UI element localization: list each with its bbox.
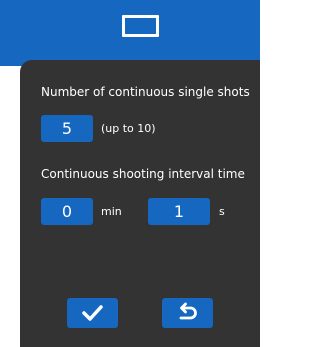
shots-limit-hint: (up to 10) [101, 122, 156, 135]
interval-label: Continuous shooting interval time [41, 167, 245, 181]
shots-count-label: Number of continuous single shots [41, 85, 250, 99]
interval-minutes-field[interactable]: 0 [41, 198, 93, 225]
seconds-unit-label: s [219, 205, 225, 218]
settings-panel: Number of continuous single shots 5 (up … [20, 60, 260, 347]
header-bar [0, 0, 260, 66]
back-button[interactable] [162, 298, 213, 328]
interval-seconds-field[interactable]: 1 [148, 198, 210, 225]
continuous-shot-settings-screen: Number of continuous single shots 5 (up … [0, 0, 260, 347]
return-arrow-icon [179, 302, 197, 320]
checkmark-icon [82, 305, 103, 321]
minutes-unit-label: min [101, 205, 122, 218]
rectangle-frame-icon [122, 15, 159, 37]
confirm-button[interactable] [67, 298, 118, 328]
shots-count-field[interactable]: 5 [41, 115, 93, 142]
